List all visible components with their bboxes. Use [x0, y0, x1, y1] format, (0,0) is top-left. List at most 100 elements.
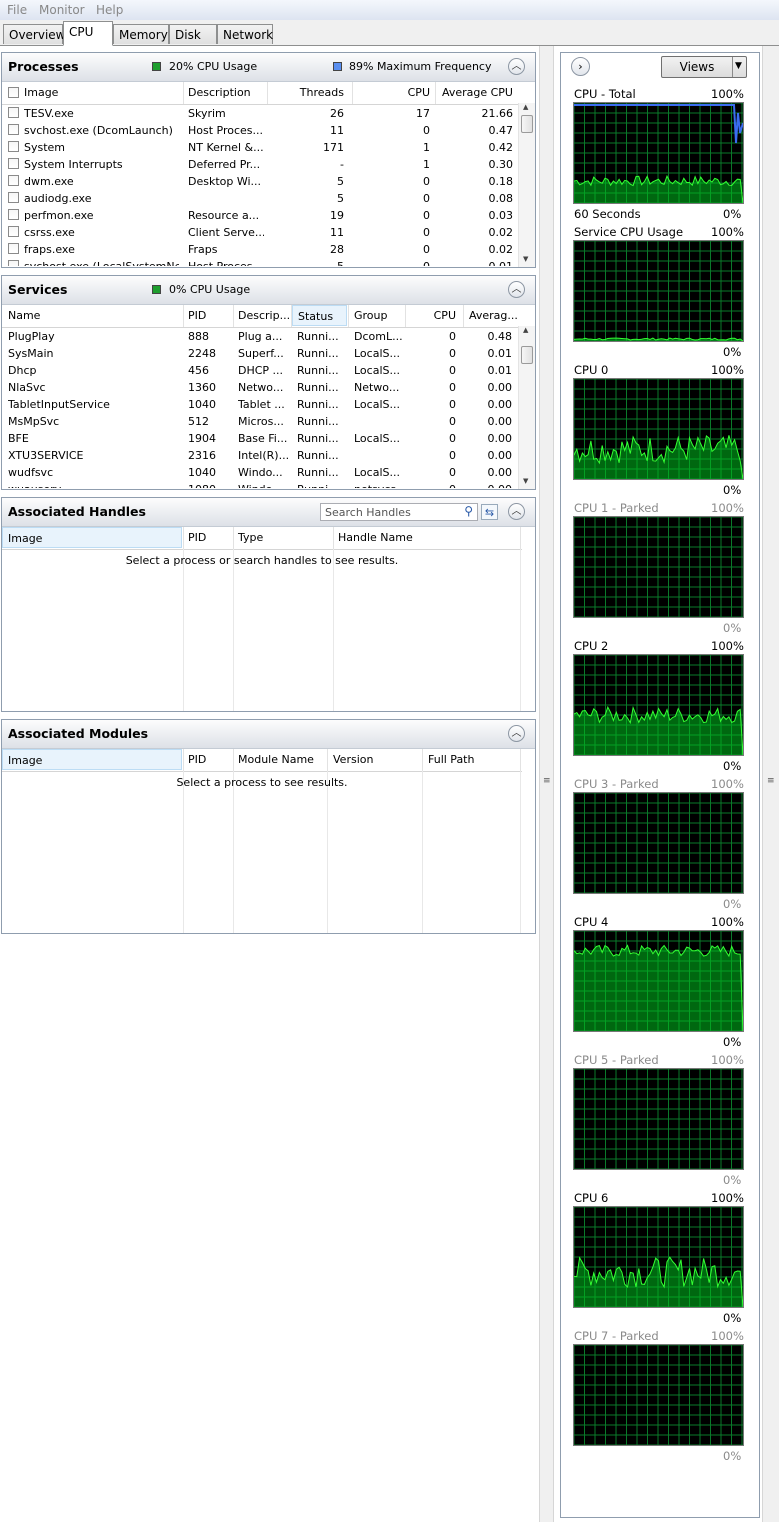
row-checkbox[interactable] [8, 107, 19, 118]
handles-title: Associated Handles [8, 504, 146, 519]
tab-network[interactable]: Network [217, 24, 273, 44]
col-cpu[interactable]: CPU [406, 309, 456, 322]
col-full-path[interactable]: Full Path [428, 753, 474, 766]
tab-cpu[interactable]: CPU [63, 21, 113, 46]
chevron-right-icon[interactable]: › [571, 57, 590, 76]
row-checkbox[interactable] [8, 209, 19, 220]
table-row[interactable]: audiodg.exe 5 0 0.08 [2, 190, 522, 207]
services-column-header: Name PID Descrip... Status Group CPU Ave… [2, 305, 522, 328]
col-description[interactable]: Descrip... [238, 309, 290, 322]
menu-bar: File Monitor Help [0, 0, 779, 21]
table-cell: Runni... [297, 483, 347, 488]
col-pid[interactable]: PID [188, 309, 206, 322]
menu-monitor[interactable]: Monitor [39, 3, 85, 17]
scroll-thumb[interactable] [521, 115, 533, 133]
col-threads[interactable]: Threads [270, 86, 344, 99]
table-row[interactable]: BFE 1904 Base Fi... Runni... LocalS... 0 0.00 [2, 430, 522, 447]
table-cell: netsvcs [354, 483, 404, 488]
services-header[interactable]: Services 0% CPU Usage ︿ [2, 276, 535, 305]
table-cell: 0 [449, 398, 456, 411]
table-row[interactable]: dwm.exe Desktop Wi... 5 0 0.18 [2, 173, 522, 190]
table-row[interactable]: Dhcp 456 DHCP ... Runni... LocalS... 0 0.01 [2, 362, 522, 379]
search-handles-input[interactable]: Search Handles ⚲ [320, 503, 478, 521]
processes-max-frequency: 89% Maximum Frequency [349, 60, 492, 73]
col-image[interactable]: Image [2, 527, 182, 548]
scroll-up-icon[interactable]: ▲ [523, 103, 528, 111]
scroll-down-icon[interactable]: ▼ [523, 477, 528, 485]
row-checkbox[interactable] [8, 260, 19, 266]
menu-file[interactable]: File [7, 3, 27, 17]
scroll-down-icon[interactable]: ▼ [523, 255, 528, 263]
table-cell: 5 [270, 260, 344, 266]
table-row[interactable]: TabletInputService 1040 Tablet ... Runni...… [2, 396, 522, 413]
usage-area [574, 707, 743, 755]
row-checkbox[interactable] [8, 124, 19, 135]
graph-canvas [574, 655, 743, 755]
table-row[interactable]: wudfsvc 1040 Windo... Runni... LocalS... 0 0.0… [2, 464, 522, 481]
col-cpu[interactable]: CPU [354, 86, 430, 99]
table-row[interactable]: csrss.exe Client Serve... 11 0 0.02 [2, 224, 522, 241]
chevron-up-icon[interactable]: ︿ [508, 503, 525, 520]
row-checkbox[interactable] [8, 192, 19, 203]
graph-min-label: 0% [723, 1035, 742, 1049]
row-checkbox[interactable] [8, 226, 19, 237]
chevron-up-icon[interactable]: ︿ [508, 725, 525, 742]
select-all-checkbox[interactable] [8, 87, 19, 98]
table-row[interactable]: TESV.exe Skyrim 26 17 21.66 [2, 105, 522, 122]
table-row[interactable]: System Interrupts Deferred Pr... - 1 0.30 [2, 156, 522, 173]
col-type[interactable]: Type [238, 531, 263, 544]
chevron-up-icon[interactable]: ︿ [508, 281, 525, 298]
col-status[interactable]: Status [292, 305, 347, 326]
views-button[interactable]: Views ▼ [661, 56, 747, 78]
table-row[interactable]: System NT Kernel &... 171 1 0.42 [2, 139, 522, 156]
dropdown-arrow-icon[interactable]: ▼ [735, 61, 742, 71]
handles-header[interactable]: Associated Handles Search Handles ⚲ ⇆ ︿ [2, 498, 535, 527]
menu-help[interactable]: Help [96, 3, 123, 17]
row-checkbox[interactable] [8, 158, 19, 169]
table-row[interactable]: fraps.exe Fraps 28 0 0.02 [2, 241, 522, 258]
pane-splitter[interactable]: ≡ [539, 46, 554, 1522]
row-checkbox[interactable] [8, 243, 19, 254]
table-row[interactable]: MsMpSvc 512 Micros... Runni... 0 0.00 [2, 413, 522, 430]
scroll-up-icon[interactable]: ▲ [523, 326, 528, 334]
modules-header[interactable]: Associated Modules ︿ [2, 720, 535, 749]
services-scrollbar[interactable]: ▲ ▼ [518, 326, 535, 489]
tab-disk[interactable]: Disk [169, 24, 217, 44]
col-image[interactable]: Image [24, 86, 58, 99]
table-cell: 0.00 [487, 449, 513, 462]
col-pid[interactable]: PID [188, 753, 206, 766]
table-row[interactable]: PlugPlay 888 Plug a... Runni... DcomL... 0 0.4… [2, 328, 522, 345]
col-name[interactable]: Name [8, 309, 40, 322]
table-row[interactable]: svchost.exe (LocalSystemNet... Host Proce… [2, 258, 522, 266]
graph-canvas [574, 1069, 743, 1169]
row-checkbox[interactable] [8, 175, 19, 186]
chevron-up-icon[interactable]: ︿ [508, 58, 525, 75]
col-version[interactable]: Version [333, 753, 373, 766]
table-row[interactable]: wuauserv 1080 Windo... Runni... netsvcs0 0.00 [2, 481, 522, 488]
col-description[interactable]: Description [188, 86, 251, 99]
table-row[interactable]: NlaSvc 1360 Netwo... Runni... Netwo... 0 0.00 [2, 379, 522, 396]
tab-overview[interactable]: Overview [3, 24, 66, 44]
table-row[interactable]: perfmon.exe Resource a... 19 0 0.03 [2, 207, 522, 224]
graph-min-label: 0% [723, 621, 742, 635]
table-row[interactable]: SysMain 2248 Superf... Runni... LocalS... 0 0.… [2, 345, 522, 362]
processes-header[interactable]: Processes 20% CPU Usage 89% Maximum Freq… [2, 53, 535, 82]
col-image[interactable]: Image [2, 749, 182, 770]
col-module-name[interactable]: Module Name [238, 753, 314, 766]
table-row[interactable]: XTU3SERVICE 2316 Intel(R)... Runni... 0 0.00 [2, 447, 522, 464]
table-cell: 0.42 [488, 141, 514, 154]
table-row[interactable]: svchost.exe (DcomLaunch) Host Proces... 11… [2, 122, 522, 139]
col-group[interactable]: Group [354, 309, 388, 322]
processes-scrollbar[interactable]: ▲ ▼ [518, 103, 535, 267]
col-average-cpu[interactable]: Averag... [469, 309, 518, 322]
row-checkbox[interactable] [8, 141, 19, 152]
tab-memory[interactable]: Memory [113, 24, 169, 44]
refresh-icon[interactable]: ⇆ [481, 504, 498, 520]
col-handle-name[interactable]: Handle Name [338, 531, 413, 544]
col-average-cpu[interactable]: Average CPU [438, 86, 513, 99]
right-scrollbar[interactable]: ≡ [762, 46, 779, 1522]
col-pid[interactable]: PID [188, 531, 206, 544]
scroll-thumb[interactable] [521, 346, 533, 364]
search-icon[interactable]: ⚲ [464, 504, 473, 518]
graph-title: CPU 3 - Parked [574, 777, 659, 791]
